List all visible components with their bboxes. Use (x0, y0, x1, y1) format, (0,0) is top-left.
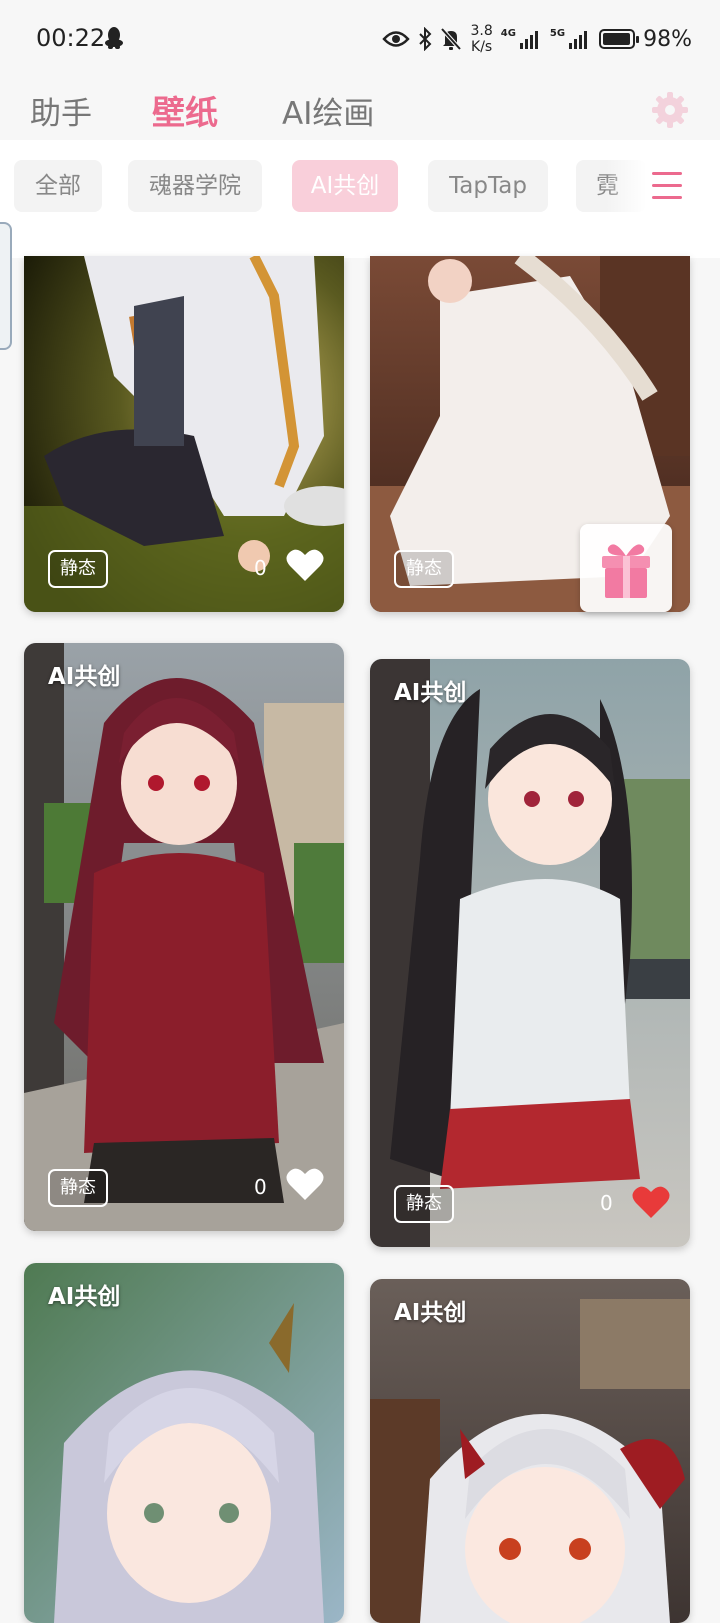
card-title: AI共创 (48, 664, 121, 690)
status-bar: 00:22 3.8 K/s 4G 5G 98% (0, 0, 720, 78)
wallpaper-image (24, 1263, 344, 1623)
signal-icon (569, 31, 588, 49)
battery-level (603, 33, 631, 45)
wallpaper-card[interactable]: AI共创 静态 0 (24, 643, 344, 1231)
static-badge: 静态 (394, 1185, 454, 1223)
category-chip-bar: 全部 魂器学院 AI共创 TapTap 霓 (0, 140, 720, 258)
gift-icon[interactable] (580, 524, 672, 612)
card-title: AI共创 (394, 1300, 467, 1326)
chip-ai-cocreate[interactable]: AI共创 (292, 160, 398, 212)
wallpaper-card[interactable]: AI共创 静态 0 (370, 659, 690, 1247)
like-count: 0 (254, 556, 267, 580)
mute-bell-icon (440, 27, 462, 51)
status-time: 00:22 (36, 24, 106, 52)
floating-side-handle[interactable] (0, 222, 12, 350)
network-speed: 3.8 K/s (470, 23, 492, 55)
network-type-2: 5G (549, 28, 566, 39)
chip-fade (606, 150, 646, 222)
chip-all[interactable]: 全部 (14, 160, 102, 212)
qq-icon (105, 27, 123, 49)
bluetooth-icon (419, 27, 432, 51)
wallpaper-image (24, 643, 344, 1231)
static-badge: 静态 (48, 550, 108, 588)
wallpaper-card[interactable]: AI共创 (370, 1279, 690, 1623)
signal-icon (519, 31, 538, 49)
battery-percent: 98% (643, 26, 692, 52)
top-tab-bar: 助手 壁纸 AI绘画 (0, 78, 720, 146)
network-type-1: 4G (500, 28, 516, 39)
like-count: 0 (254, 1175, 267, 1199)
gear-icon[interactable] (650, 90, 690, 130)
tab-wallpaper[interactable]: 壁纸 (152, 86, 218, 134)
wallpaper-card[interactable]: AI共创 (24, 1263, 344, 1623)
network-speed-unit: K/s (471, 39, 493, 55)
static-badge: 静态 (394, 550, 454, 588)
heart-icon[interactable] (286, 1167, 324, 1201)
heart-icon[interactable] (286, 548, 324, 582)
wallpaper-image (370, 1279, 690, 1623)
tab-ai-painting[interactable]: AI绘画 (282, 88, 374, 133)
battery-icon (599, 29, 640, 49)
eye-icon (382, 31, 411, 47)
wallpaper-image (370, 659, 690, 1247)
chip-soul-academy[interactable]: 魂器学院 (128, 160, 262, 212)
tab-assistant[interactable]: 助手 (30, 88, 92, 133)
heart-icon-liked[interactable] (632, 1185, 670, 1219)
like-count: 0 (600, 1191, 613, 1215)
static-badge: 静态 (48, 1169, 108, 1207)
network-speed-value: 3.8 (470, 23, 493, 39)
card-title: AI共创 (48, 1284, 121, 1310)
chip-taptap[interactable]: TapTap (428, 160, 548, 212)
card-title: AI共创 (394, 680, 467, 706)
hamburger-menu-icon[interactable] (652, 172, 682, 200)
wallpaper-card[interactable]: 静态 0 (24, 256, 344, 612)
